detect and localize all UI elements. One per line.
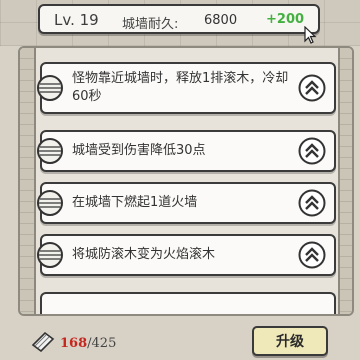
resource-current: 168 [60, 336, 88, 351]
chevron-up-icon[interactable] [298, 74, 326, 102]
skill-description: 将城防滚木变为火焰滚木 [72, 247, 216, 262]
skill-description: 怪物靠近城墙时，释放1排滚木，冷却60秒 [72, 71, 289, 104]
resource-total: 425 [91, 336, 117, 351]
durability-value: 6800 [204, 13, 238, 28]
cursor-icon [304, 26, 317, 44]
chevron-up-icon[interactable] [298, 241, 326, 269]
resource-counter: 168/425 [60, 336, 116, 351]
log-roll-icon [37, 190, 63, 216]
log-roll-icon [37, 75, 63, 101]
durability-gain: +200 [266, 12, 305, 27]
skill-item-partial[interactable] [40, 292, 336, 314]
skill-panel[interactable]: 怪物靠近城墙时，释放1排滚木，冷却60秒 城墙受到伤害降低30点 在城墙下燃起1… [18, 46, 354, 316]
chevron-up-icon[interactable] [298, 189, 326, 217]
footer-bar: 168/425 升级 [0, 318, 360, 360]
status-header: Lv. 19 城墙耐久: 6800 +200 [38, 4, 320, 34]
skill-item-3[interactable]: 在城墙下燃起1道火墙 [37, 182, 336, 224]
upgrade-button[interactable]: 升级 [252, 326, 328, 356]
skill-item-4[interactable]: 将城防滚木变为火焰滚木 [37, 234, 336, 276]
panel-frame-left [20, 48, 36, 314]
durability-label: 城墙耐久: [122, 17, 179, 32]
chevron-up-icon[interactable] [298, 137, 326, 165]
skill-description: 在城墙下燃起1道火墙 [72, 195, 198, 210]
skill-item-1[interactable]: 怪物靠近城墙时，释放1排滚木，冷却60秒 [37, 62, 336, 114]
paper-icon [31, 331, 55, 352]
panel-frame-right [338, 48, 352, 314]
log-roll-icon [37, 242, 63, 268]
skill-description: 城墙受到伤害降低30点 [72, 143, 206, 158]
level-label: Lv. 19 [54, 11, 99, 29]
log-roll-icon [37, 138, 63, 164]
skill-item-2[interactable]: 城墙受到伤害降低30点 [37, 130, 336, 172]
